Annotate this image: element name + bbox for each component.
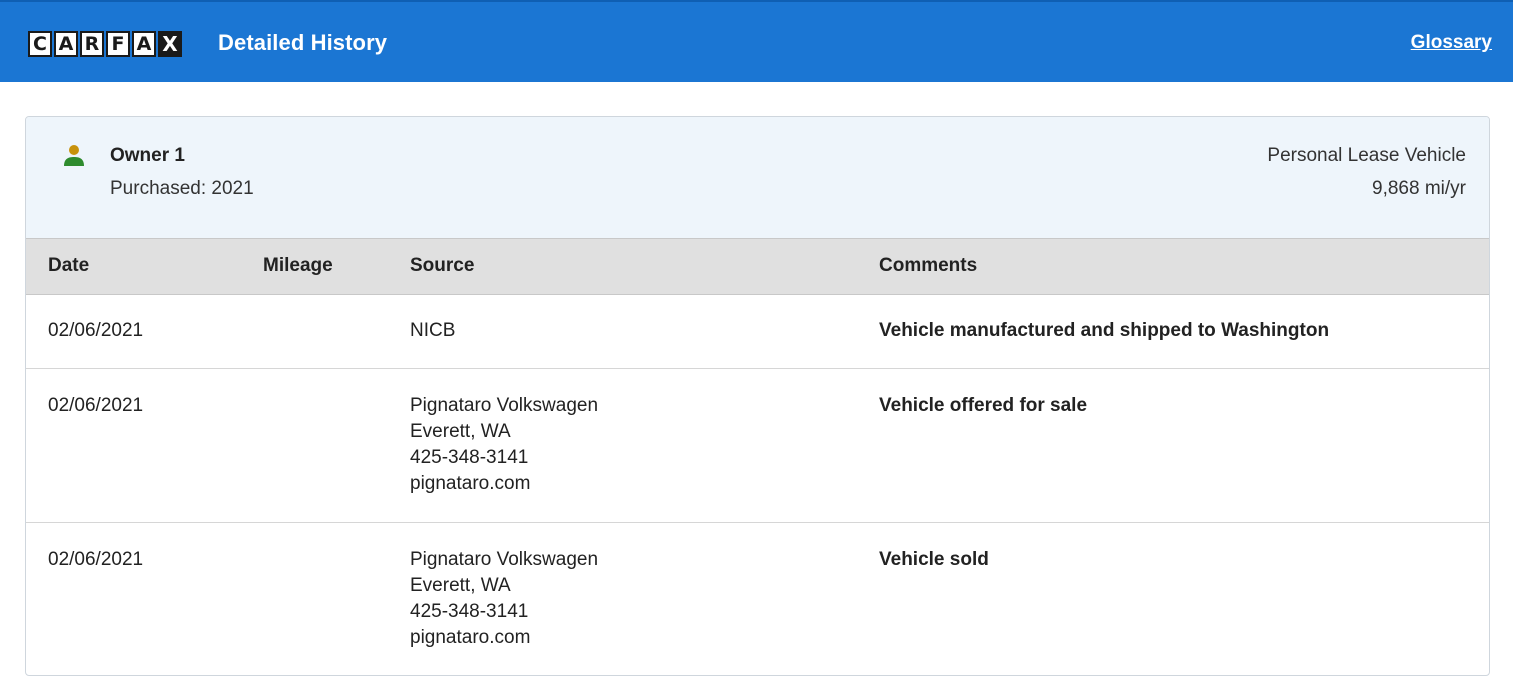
glossary-link[interactable]: Glossary bbox=[1411, 32, 1492, 54]
logo-letter: R bbox=[80, 31, 104, 57]
row-source: NICB bbox=[410, 318, 455, 344]
source-name: Pignataro Volkswagen bbox=[410, 395, 599, 416]
header-date: Date bbox=[48, 255, 90, 276]
logo-letter: A bbox=[54, 31, 78, 57]
owner-summary: Owner 1 Purchased: 2021 Personal Lease V… bbox=[26, 117, 1489, 238]
source-location: Everett, WA bbox=[410, 575, 511, 596]
header-comments: Comments bbox=[879, 255, 978, 276]
table-row: 02/06/2021 Pignataro Volkswagen Everett,… bbox=[26, 369, 1489, 523]
row-source: Pignataro Volkswagen Everett, WA 425-348… bbox=[410, 547, 598, 651]
table-row: 02/06/2021 Pignataro Volkswagen Everett,… bbox=[26, 523, 1489, 675]
row-date: 02/06/2021 bbox=[48, 549, 144, 570]
owner-purchased: Purchased: 2021 bbox=[110, 178, 254, 199]
owner-vehicle-type: Personal Lease Vehicle bbox=[1267, 145, 1466, 166]
owner-history-card: Owner 1 Purchased: 2021 Personal Lease V… bbox=[25, 116, 1490, 676]
logo-letter: A bbox=[132, 31, 156, 57]
row-comment: Vehicle offered for sale bbox=[879, 395, 1088, 416]
table-row: 02/06/2021 NICB Vehicle manufactured and… bbox=[26, 295, 1489, 369]
source-phone: 425-348-3141 bbox=[410, 601, 529, 622]
source-name: NICB bbox=[410, 320, 456, 341]
person-icon bbox=[64, 145, 84, 166]
logo-letter: C bbox=[28, 31, 52, 57]
owner-miles-per-year: 9,868 mi/yr bbox=[1372, 178, 1466, 199]
header-source: Source bbox=[410, 255, 475, 276]
owner-name: Owner 1 bbox=[110, 145, 185, 166]
row-source: Pignataro Volkswagen Everett, WA 425-348… bbox=[410, 393, 598, 497]
logo-letter: X bbox=[158, 31, 182, 57]
row-comment: Vehicle sold bbox=[879, 549, 989, 570]
source-name: Pignataro Volkswagen bbox=[410, 549, 599, 570]
source-website: pignataro.com bbox=[410, 473, 531, 494]
logo-letter: F bbox=[106, 31, 130, 57]
report-header: C A R F A X Detailed History Glossary bbox=[0, 0, 1513, 82]
header-mileage: Mileage bbox=[263, 255, 333, 276]
row-date: 02/06/2021 bbox=[48, 395, 144, 416]
source-website: pignataro.com bbox=[410, 627, 531, 648]
table-header: Date Mileage Source Comments bbox=[26, 238, 1489, 295]
carfax-logo: C A R F A X bbox=[28, 31, 182, 57]
row-date: 02/06/2021 bbox=[48, 320, 144, 341]
row-comment: Vehicle manufactured and shipped to Wash… bbox=[879, 320, 1330, 341]
page-title: Detailed History bbox=[218, 30, 388, 55]
source-location: Everett, WA bbox=[410, 421, 511, 442]
source-phone: 425-348-3141 bbox=[410, 447, 529, 468]
